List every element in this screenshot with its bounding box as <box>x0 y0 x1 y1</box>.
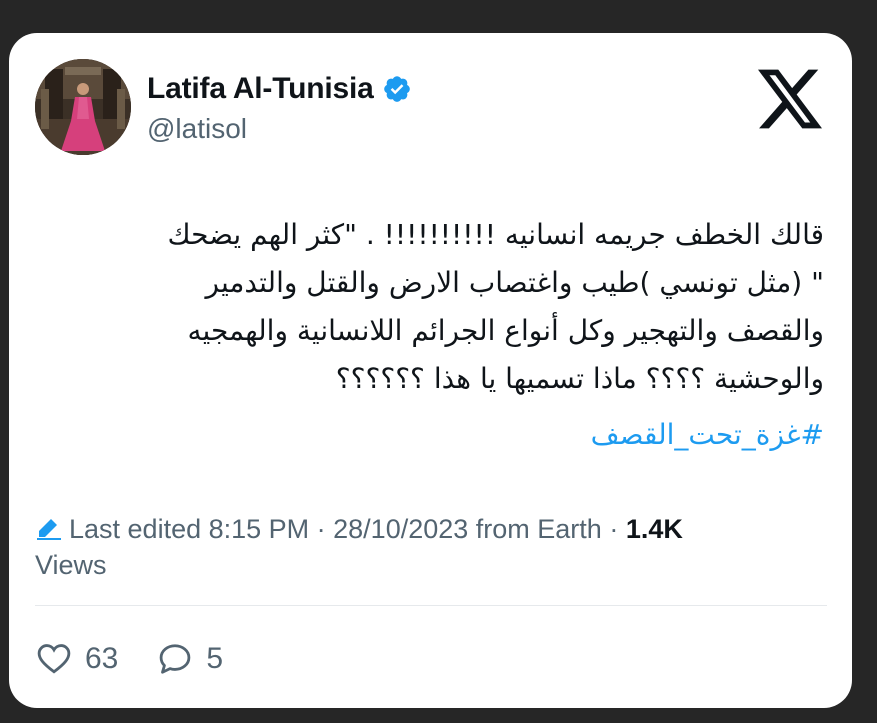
x-logo-icon[interactable] <box>758 69 822 129</box>
tweet-text-line: قالك الخطف جريمه انسانيه !!!!!!!!!! . "ك… <box>167 218 824 251</box>
like-count: 63 <box>85 642 119 675</box>
hashtag-link[interactable]: #غزة_تحت_القصف <box>591 411 824 459</box>
views-count: 1.4K <box>625 514 683 544</box>
reply-bubble-icon <box>160 644 191 674</box>
author-name-row: Latifa Al-Tunisia <box>147 69 412 109</box>
reply-count: 5 <box>206 642 224 675</box>
reply-button[interactable]: 5 <box>158 642 223 676</box>
last-edited-label[interactable]: Last edited 8:15 PM · 28/10/2023 from Ea… <box>69 514 626 544</box>
tweet-meta: Last edited 8:15 PM · 28/10/2023 from Ea… <box>35 511 825 583</box>
edit-pencil-icon <box>37 519 61 540</box>
tweet-text-line: " (مثل تونسي )طيب واغتصاب الارض والقتل و… <box>205 266 825 299</box>
action-bar: 63 5 <box>37 637 263 681</box>
avatar[interactable] <box>35 59 131 155</box>
verified-badge-icon <box>383 76 410 102</box>
views-label: Views <box>35 550 107 580</box>
tweet-text: قالك الخطف جريمه انسانيه !!!!!!!!!! . "ك… <box>34 211 824 403</box>
avatar-photo <box>35 59 131 155</box>
tweet-text-line: والقصف والتهجير وكل أنواع الجرائم اللانس… <box>187 314 824 347</box>
tweet-text-line: والوحشية ؟؟؟؟ ماذا تسميها يا هذا ؟؟؟؟؟؟ <box>335 362 824 395</box>
display-name[interactable]: Latifa Al-Tunisia <box>147 72 374 106</box>
divider <box>35 605 827 606</box>
tweet-card: Latifa Al-Tunisia @latisol قالك الخطف جر… <box>9 33 852 708</box>
author-handle[interactable]: @latisol <box>147 113 247 145</box>
like-button[interactable]: 63 <box>37 642 118 676</box>
heart-icon <box>37 644 71 674</box>
